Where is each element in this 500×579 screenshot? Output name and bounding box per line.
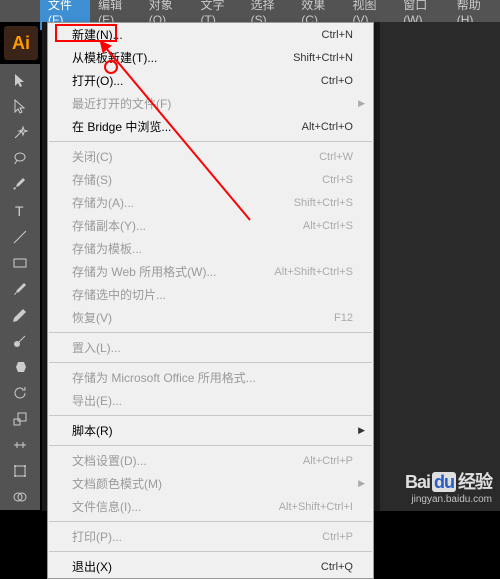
menu-item-label: 在 Bridge 中浏览... — [72, 118, 171, 135]
menu-item-label: 存储为 Microsoft Office 所用格式... — [72, 369, 256, 386]
menu-item-shortcut: Alt+Ctrl+S — [303, 220, 353, 232]
menu-item[interactable]: 打开(O)... Ctrl+O — [48, 69, 373, 92]
menu-item[interactable]: 从模板新建(T)... Shift+Ctrl+N — [48, 46, 373, 69]
menu-item: 打印(P)... Ctrl+P — [48, 525, 373, 548]
menu-item: 存储选中的切片... — [48, 283, 373, 306]
menu-item: 最近打开的文件(F) ▶ — [48, 92, 373, 115]
menu-separator — [49, 332, 372, 333]
shape-builder-tool[interactable] — [8, 485, 32, 509]
svg-text:T: T — [15, 203, 24, 219]
menu-item-label: 存储为(A)... — [72, 194, 134, 211]
chevron-right-icon: ▶ — [358, 98, 365, 109]
menu-item-shortcut: Alt+Shift+Ctrl+S — [274, 266, 353, 278]
menu-item-shortcut: Shift+Ctrl+N — [293, 52, 353, 64]
menu-item-shortcut: Ctrl+W — [319, 151, 353, 163]
menu-item[interactable]: 在 Bridge 中浏览... Alt+Ctrl+O — [48, 115, 373, 138]
menu-item-label: 打印(P)... — [72, 528, 122, 545]
menu-item-label: 关闭(C) — [72, 148, 113, 165]
menu-item-label: 从模板新建(T)... — [72, 49, 157, 66]
app-icon: Ai — [4, 26, 38, 60]
menu-item: 文件信息(I)...Alt+Shift+Ctrl+I — [48, 495, 373, 518]
watermark-url: jingyan.baidu.com — [405, 494, 492, 505]
menu-item-label: 置入(L)... — [72, 339, 121, 356]
menu-item-shortcut: Alt+Ctrl+P — [303, 455, 353, 467]
menu-separator — [49, 551, 372, 552]
menubar: 文件(F)编辑(E)对象(O)文字(T)选择(S)效果(C)视图(V)窗口(W)… — [0, 0, 500, 22]
menu-item-label: 存储为 Web 所用格式(W)... — [72, 263, 216, 280]
menu-item-label: 存储副本(Y)... — [72, 217, 146, 234]
menu-separator — [49, 445, 372, 446]
lasso-tool[interactable] — [8, 147, 32, 171]
menu-item-shortcut: Shift+Ctrl+S — [294, 197, 353, 209]
menu-separator — [49, 415, 372, 416]
menu-item: 置入(L)... — [48, 336, 373, 359]
menu-item: 恢复(V) F12 — [48, 306, 373, 329]
menu-item-label: 恢复(V) — [72, 309, 112, 326]
menu-item-label: 文档颜色模式(M) — [72, 475, 162, 492]
chevron-right-icon: ▶ — [358, 478, 365, 489]
watermark-brand: du — [432, 472, 456, 492]
menu-item-shortcut: Alt+Ctrl+O — [302, 121, 353, 133]
menu-item-label: 文档设置(D)... — [72, 452, 147, 469]
menu-item-shortcut: Ctrl+P — [322, 531, 353, 543]
menu-separator — [49, 521, 372, 522]
canvas-panel — [380, 22, 500, 511]
watermark-brand: Bai — [405, 472, 430, 492]
free-transform-tool[interactable] — [8, 459, 32, 483]
menu-item-label: 打开(O)... — [72, 72, 123, 89]
menu-item-shortcut: Ctrl+S — [322, 174, 353, 186]
menu-item-shortcut: F12 — [334, 312, 353, 324]
menu-item: 关闭(C) Ctrl+W — [48, 145, 373, 168]
menu-item: 存储副本(Y)... Alt+Ctrl+S — [48, 214, 373, 237]
rotate-tool[interactable] — [8, 381, 32, 405]
watermark: Baidu经验 jingyan.baidu.com — [405, 468, 492, 505]
pencil-tool[interactable] — [8, 303, 32, 327]
pen-tool[interactable] — [8, 173, 32, 197]
type-tool[interactable]: T — [8, 199, 32, 223]
menu-item[interactable]: 新建(N)... Ctrl+N — [48, 23, 373, 46]
menu-item: 存储为模板... — [48, 237, 373, 260]
direct-selection-tool[interactable] — [8, 95, 32, 119]
eraser-tool[interactable] — [8, 355, 32, 379]
menu-item[interactable]: 退出(X) Ctrl+Q — [48, 555, 373, 578]
menu-item-label: 文件信息(I)... — [72, 498, 141, 515]
chevron-right-icon: ▶ — [358, 425, 365, 436]
menu-separator — [49, 362, 372, 363]
menu-item-label: 存储(S) — [72, 171, 112, 188]
menu-item: 文档颜色模式(M) ▶ — [48, 472, 373, 495]
menu-item-shortcut: Ctrl+O — [321, 75, 353, 87]
menu-item-label: 最近打开的文件(F) — [72, 95, 171, 112]
menu-item: 存储为(A)... Shift+Ctrl+S — [48, 191, 373, 214]
toolbar: T — [0, 64, 40, 510]
blob-brush-tool[interactable] — [8, 329, 32, 353]
menu-item-label: 导出(E)... — [72, 392, 122, 409]
menu-item: 文档设置(D)... Alt+Ctrl+P — [48, 449, 373, 472]
line-tool[interactable] — [8, 225, 32, 249]
menu-item: 存储(S) Ctrl+S — [48, 168, 373, 191]
magic-wand-tool[interactable] — [8, 121, 32, 145]
menu-item-shortcut: Ctrl+Q — [321, 561, 353, 573]
menu-item: 存储为 Microsoft Office 所用格式... — [48, 366, 373, 389]
menu-item-label: 存储选中的切片... — [72, 286, 166, 303]
menu-item: 导出(E)... — [48, 389, 373, 412]
menu-item: 存储为 Web 所用格式(W)... Alt+Shift+Ctrl+S — [48, 260, 373, 283]
width-tool[interactable] — [8, 433, 32, 457]
menu-item[interactable]: 脚本(R) ▶ — [48, 419, 373, 442]
menu-item-label: 退出(X) — [72, 558, 112, 575]
selection-tool[interactable] — [8, 69, 32, 93]
scale-tool[interactable] — [8, 407, 32, 431]
menu-item-shortcut: Ctrl+N — [322, 29, 353, 41]
paintbrush-tool[interactable] — [8, 277, 32, 301]
menu-item-label: 新建(N)... — [72, 26, 123, 43]
menu-separator — [49, 141, 372, 142]
file-menu-dropdown: 新建(N)... Ctrl+N 从模板新建(T)... Shift+Ctrl+N 打开(… — [47, 22, 374, 579]
watermark-brand: 经验 — [458, 472, 492, 492]
menu-item-label: 存储为模板... — [72, 240, 142, 257]
rectangle-tool[interactable] — [8, 251, 32, 275]
menu-item-label: 脚本(R) — [72, 422, 113, 439]
